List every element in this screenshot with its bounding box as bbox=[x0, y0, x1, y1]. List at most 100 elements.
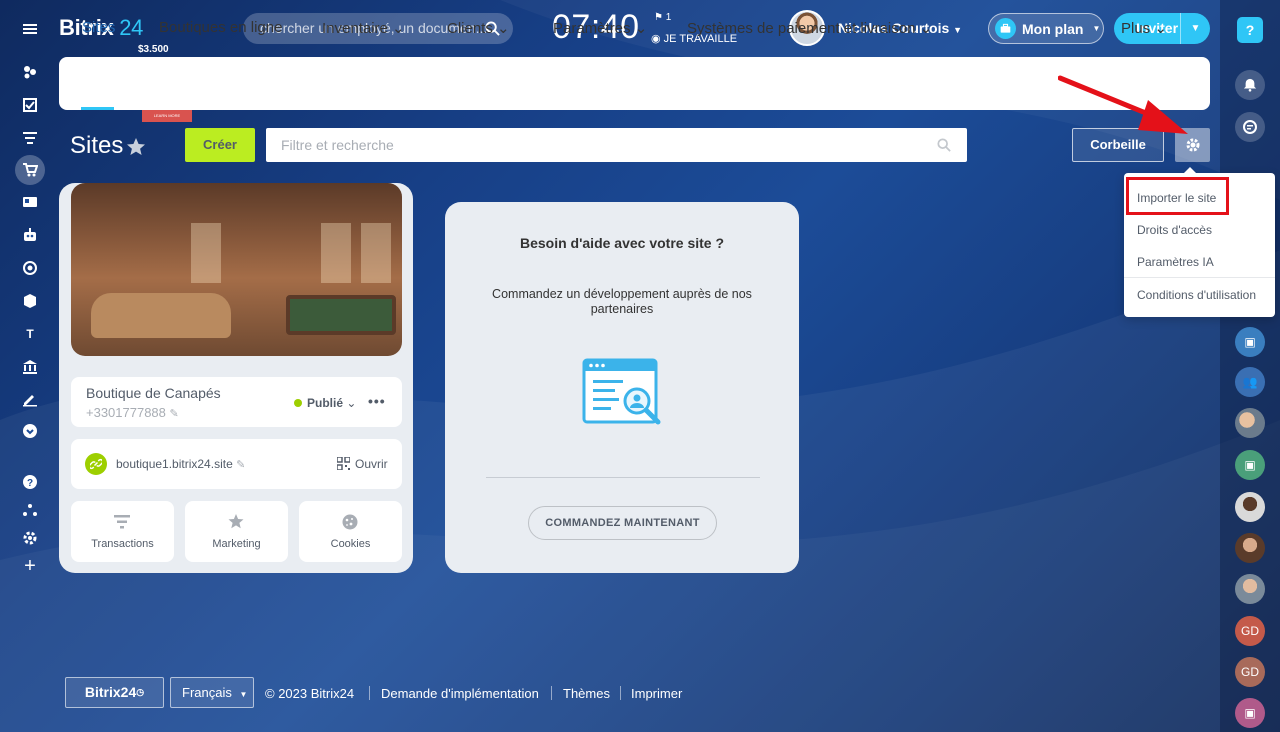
tab-label: Inventaire bbox=[322, 20, 388, 37]
inventory-box-icon[interactable] bbox=[19, 290, 41, 312]
annotation-arrow-icon bbox=[1058, 75, 1188, 134]
contact-avatar[interactable] bbox=[1235, 492, 1265, 522]
footer-logo-button[interactable]: Bitrix24◷ bbox=[65, 677, 164, 708]
tasks-icon[interactable] bbox=[19, 94, 41, 116]
tab-online-shops[interactable]: Boutiques en ligne bbox=[159, 19, 282, 36]
footer-separator bbox=[620, 686, 621, 700]
edit-pencil-icon[interactable]: ✎ bbox=[170, 408, 179, 420]
transactions-tile[interactable] bbox=[71, 501, 174, 562]
team-icon[interactable]: 👥 bbox=[1235, 367, 1265, 397]
network-icon[interactable] bbox=[19, 499, 41, 521]
filter-search-input[interactable]: Filtre et recherche bbox=[266, 128, 967, 162]
svg-text:?: ? bbox=[27, 478, 33, 489]
page-title: Sites bbox=[70, 132, 124, 159]
qr-code-icon[interactable] bbox=[337, 457, 350, 470]
tab-clients[interactable]: Clients ⌄ bbox=[447, 19, 510, 37]
channel-icon[interactable]: ▣ bbox=[1235, 698, 1265, 728]
invite-dropdown-icon[interactable]: ▼ bbox=[1180, 13, 1210, 44]
footer-link-implementation[interactable]: Demande d'implémentation bbox=[381, 686, 539, 701]
tab-more[interactable]: Plus ⌄ bbox=[1121, 19, 1167, 37]
image-window-shape bbox=[321, 223, 351, 283]
cookies-tile[interactable] bbox=[299, 501, 402, 562]
clock-icon: ◷ bbox=[136, 687, 145, 697]
phone-text: +3301777888 bbox=[86, 405, 166, 420]
publish-status-dropdown[interactable]: Publié ⌄ bbox=[307, 396, 356, 410]
footer-logo-text: Bitrix24 bbox=[84, 684, 137, 700]
chevron-down-icon: ⌄ bbox=[392, 20, 405, 37]
bell-icon[interactable] bbox=[1235, 70, 1265, 100]
group-chat-icon[interactable]: ▣ bbox=[1235, 327, 1265, 357]
filter-placeholder: Filtre et recherche bbox=[281, 137, 394, 153]
text-icon[interactable]: T bbox=[19, 323, 41, 345]
sites-cart-icon[interactable] bbox=[15, 155, 45, 185]
status-label: Publié bbox=[307, 396, 344, 410]
site-preview-image[interactable] bbox=[71, 183, 402, 356]
tab-inventory[interactable]: Inventaire ⌄ bbox=[322, 19, 405, 37]
favorite-star-icon[interactable] bbox=[126, 137, 146, 157]
status-dot bbox=[294, 399, 302, 407]
channel-icon[interactable]: ▣ bbox=[1235, 450, 1265, 480]
language-label: Français bbox=[182, 685, 232, 700]
contact-initials-avatar[interactable]: GD bbox=[1235, 657, 1265, 687]
left-sidebar: T ? + bbox=[0, 0, 60, 732]
right-sidebar: ? ▣ 👥 ▣ GD GD ▣ bbox=[1220, 0, 1280, 732]
bot-icon[interactable] bbox=[19, 224, 41, 246]
image-table-shape bbox=[286, 295, 396, 335]
footer-link-print[interactable]: Imprimer bbox=[631, 686, 682, 701]
site-phone[interactable]: +3301777888 ✎ bbox=[86, 405, 179, 420]
chevron-down-icon: ▼ bbox=[1092, 24, 1101, 33]
order-now-button[interactable]: COMMANDEZ MAINTENANT bbox=[528, 506, 717, 540]
contact-card-icon[interactable] bbox=[19, 191, 41, 213]
footer-separator bbox=[369, 686, 370, 700]
help-text: Commandez un développement auprès de nos… bbox=[492, 287, 752, 316]
site-name[interactable]: Boutique de Canapés bbox=[86, 385, 221, 401]
link-icon bbox=[85, 453, 107, 475]
tile-label: Cookies bbox=[330, 538, 371, 550]
bank-icon[interactable] bbox=[19, 356, 41, 378]
language-selector[interactable]: Français ▼ bbox=[170, 677, 254, 708]
target-icon[interactable] bbox=[19, 257, 41, 279]
edit-pencil-icon[interactable]: ✎ bbox=[236, 459, 245, 471]
crm-icon[interactable] bbox=[19, 127, 41, 149]
tile-label: Marketing bbox=[212, 538, 261, 550]
menu-item-ai-settings[interactable]: Paramètres IA bbox=[1137, 255, 1214, 269]
contact-initials-avatar[interactable]: GD bbox=[1235, 616, 1265, 646]
menu-icon[interactable] bbox=[19, 18, 41, 40]
flag-count: 1 bbox=[665, 12, 672, 23]
open-site-button[interactable]: Ouvrir bbox=[355, 457, 388, 471]
tab-label: Clients bbox=[447, 20, 493, 37]
more-chevron-icon[interactable] bbox=[19, 420, 41, 442]
sign-pen-icon[interactable] bbox=[19, 388, 41, 410]
chevron-down-icon: ⌄ bbox=[346, 396, 357, 410]
settings-gear-icon[interactable] bbox=[19, 527, 41, 549]
menu-separator bbox=[1124, 277, 1275, 278]
divider bbox=[486, 477, 760, 478]
menu-item-access-rights[interactable]: Droits d'accès bbox=[1137, 223, 1212, 237]
my-plan-button[interactable]: Mon plan ▼ bbox=[988, 13, 1104, 44]
tab-sites[interactable]: Sites bbox=[82, 19, 115, 36]
tab-settings[interactable]: Paramètres ⌄ bbox=[553, 19, 647, 37]
help-title: Besoin d'aide avec votre site ? bbox=[519, 235, 725, 251]
chat-icon[interactable] bbox=[1235, 112, 1265, 142]
active-tab-underline bbox=[81, 107, 114, 110]
chevron-down-icon: ▼ bbox=[953, 25, 963, 35]
contact-avatar[interactable] bbox=[1235, 408, 1265, 438]
flag-counter[interactable]: ⚑ 1 bbox=[654, 12, 671, 23]
site-url-link[interactable]: boutique1.bitrix24.site ✎ bbox=[116, 457, 245, 471]
tab-payment-delivery[interactable]: Systèmes de paiement et livraison ⌄ bbox=[687, 19, 932, 37]
footer-link-themes[interactable]: Thèmes bbox=[563, 686, 610, 701]
image-window-shape bbox=[361, 223, 391, 283]
marketing-tile[interactable] bbox=[185, 501, 288, 562]
highlight-box bbox=[1126, 177, 1229, 215]
more-options-icon[interactable]: ••• bbox=[368, 393, 386, 409]
plus-icon[interactable]: + bbox=[19, 555, 41, 577]
collab-icon[interactable] bbox=[19, 61, 41, 83]
create-button[interactable]: Créer bbox=[185, 128, 255, 162]
help-button[interactable]: ? bbox=[1237, 17, 1263, 43]
menu-item-terms-of-use[interactable]: Conditions d'utilisation bbox=[1137, 288, 1256, 302]
contact-avatar[interactable] bbox=[1235, 533, 1265, 563]
cookie-icon bbox=[342, 514, 358, 530]
contact-avatar[interactable] bbox=[1235, 574, 1265, 604]
preview-title: APARTMENT IN LONDON'S CENTER bbox=[100, 65, 235, 98]
help-icon[interactable]: ? bbox=[19, 471, 41, 493]
